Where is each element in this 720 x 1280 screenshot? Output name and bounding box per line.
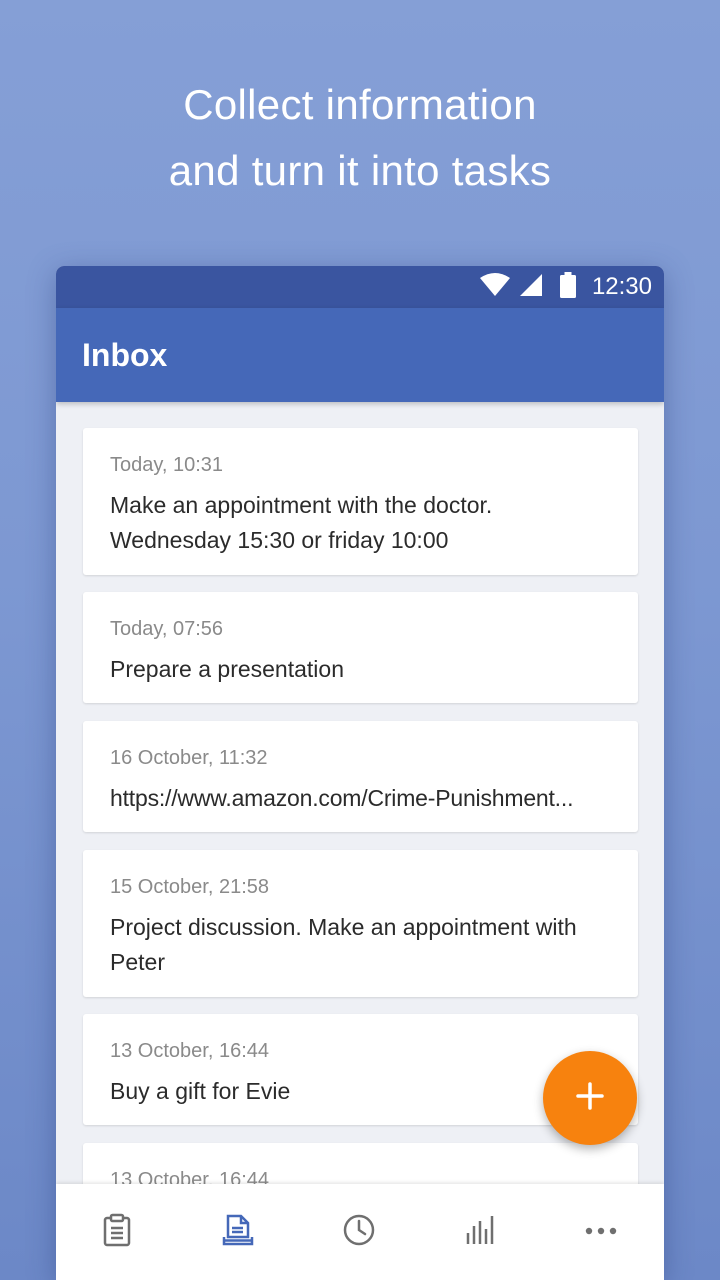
inbox-card[interactable]: 16 October, 11:32 https://www.amazon.com…	[83, 721, 638, 832]
card-timestamp: 15 October, 21:58	[110, 876, 270, 898]
inbox-icon	[222, 1213, 254, 1252]
card-text: Project discussion. Make an appointment …	[110, 914, 577, 975]
bottom-navigation	[56, 1184, 664, 1280]
plus-icon	[576, 1081, 604, 1115]
more-icon	[584, 1223, 618, 1241]
card-timestamp: 16 October, 11:32	[110, 747, 268, 769]
card-text: Prepare a presentation	[110, 656, 344, 682]
nav-item-more[interactable]	[540, 1184, 661, 1280]
nav-item-statistics[interactable]	[419, 1184, 540, 1280]
inbox-card[interactable]: 13 October, 16:44	[83, 1143, 638, 1184]
inbox-card[interactable]: Today, 07:56 Prepare a presentation	[83, 592, 638, 703]
battery-icon	[559, 271, 576, 303]
nav-item-tasks[interactable]	[56, 1184, 177, 1280]
card-timestamp: Today, 07:56	[110, 618, 224, 640]
card-timestamp: 13 October, 16:44	[110, 1169, 270, 1184]
inbox-card[interactable]: Today, 10:31 Make an appointment with th…	[83, 428, 638, 575]
promo-headline: Collect information and turn it into tas…	[0, 72, 720, 204]
phone-screen: 12:30 Inbox Today, 10:31 Make an appoint…	[56, 266, 664, 1280]
card-timestamp: Today, 10:31	[110, 454, 224, 476]
card-timestamp: 13 October, 16:44	[110, 1040, 270, 1062]
status-bar: 12:30	[56, 266, 664, 308]
wifi-icon	[479, 272, 510, 302]
clock-icon	[342, 1213, 376, 1252]
card-text: https://www.amazon.com/Crime-Punishment.…	[110, 785, 574, 811]
page-title: Inbox	[82, 337, 168, 373]
card-text: Buy a gift for Evie	[110, 1078, 291, 1104]
bar-chart-icon	[463, 1213, 497, 1252]
promo-line-1: Collect information	[183, 81, 537, 128]
cellular-signal-icon	[518, 273, 542, 302]
nav-item-history[interactable]	[298, 1184, 419, 1280]
status-time: 12:30	[591, 273, 652, 300]
clipboard-icon	[102, 1213, 132, 1252]
app-bar: Inbox	[56, 308, 664, 402]
promo-line-2: and turn it into tasks	[168, 147, 552, 194]
inbox-card[interactable]: 15 October, 21:58 Project discussion. Ma…	[83, 850, 638, 997]
nav-item-inbox[interactable]	[177, 1184, 298, 1280]
add-item-button[interactable]	[543, 1051, 637, 1145]
card-text: Make an appointment with the doctor. Wed…	[110, 492, 493, 553]
